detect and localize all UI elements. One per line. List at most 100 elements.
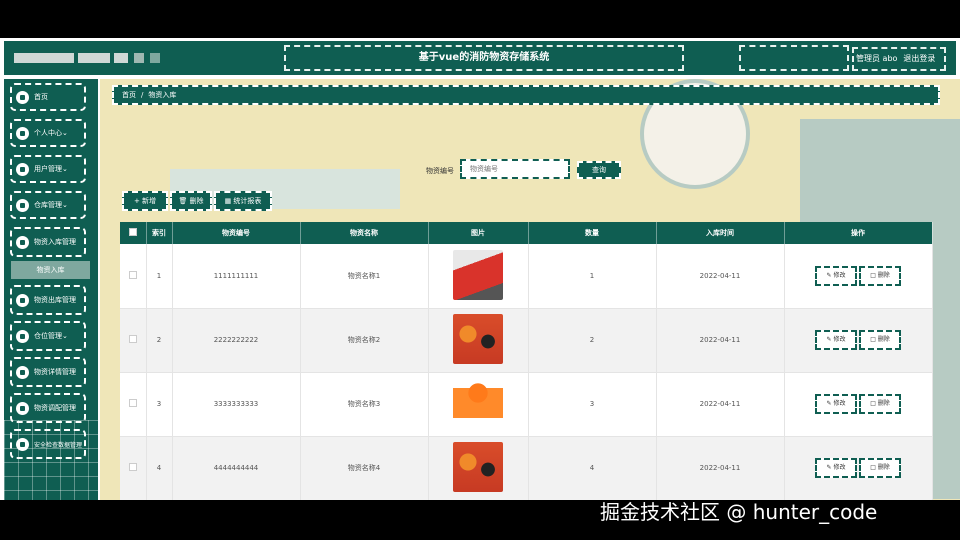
cell-name: 物资名称1: [300, 244, 429, 309]
edit-button[interactable]: ✎ 修改: [815, 458, 857, 478]
cell-index: 2: [146, 308, 173, 373]
edit-button[interactable]: ✎ 修改: [815, 265, 857, 286]
app-title: 基于vue的消防物资存储系统: [284, 45, 684, 71]
top-header: 基于vue的消防物资存储系统 管理员 abo 退出登录: [4, 41, 956, 75]
column-header: 图片: [428, 222, 529, 244]
cell-quantity: 2: [528, 308, 657, 373]
checkbox-icon: [128, 399, 137, 407]
sidebar-item-label: 用户管理: [34, 165, 62, 173]
sidebar-item-inbound[interactable]: 物资入库管理: [10, 227, 86, 257]
table-row: 2 2222222222 物资名称2 2 2022-04-11 ✎ 修改 □ 删除: [120, 308, 933, 373]
sidebar-item-safety[interactable]: 安全检查数据管理: [10, 429, 86, 459]
inbound-table: 索引 物资编号 物资名称 图片 数量 入库时间 操作 1 1111111111 物资…: [120, 222, 933, 500]
cell-index: 4: [146, 436, 173, 500]
cell-actions: ✎ 修改 □ 删除: [784, 436, 933, 500]
add-button[interactable]: + 新增: [122, 191, 168, 211]
edit-label: 修改: [833, 464, 846, 471]
cell-image: [428, 244, 529, 309]
cell-name: 物资名称3: [300, 372, 429, 437]
transfer-icon: [16, 401, 29, 415]
sidebar-item-label: 物资详情管理: [34, 368, 76, 376]
row-checkbox[interactable]: [120, 372, 147, 437]
table-row: 3 3333333333 物资名称3 3 2022-04-11 ✎ 修改 □ 删除: [120, 372, 933, 437]
delete-button-label: 删除: [189, 197, 204, 205]
batch-delete-button[interactable]: 🗑 删除: [170, 191, 212, 211]
cell-actions: ✎ 修改 □ 删除: [784, 244, 933, 309]
grid-icon: [16, 329, 29, 343]
checkbox-icon: [128, 270, 137, 279]
edit-label: 修改: [833, 271, 846, 279]
outbound-icon: [16, 293, 29, 307]
row-checkbox[interactable]: [120, 436, 147, 500]
report-button-label: 统计报表: [233, 197, 262, 205]
header-logo-block: [134, 53, 144, 63]
column-header: 数量: [528, 222, 657, 244]
cell-quantity: 4: [528, 436, 657, 500]
cell-actions: ✎ 修改 □ 删除: [784, 372, 933, 437]
table-row: 1 1111111111 物资名称1 1 2022-04-11 ✎ 修改 □ 删除: [120, 244, 933, 309]
cell-actions: ✎ 修改 □ 删除: [784, 308, 933, 373]
row-delete-button[interactable]: □ 删除: [859, 458, 901, 478]
select-all-checkbox[interactable]: [120, 222, 147, 244]
sidebar-item-label: 物资入库管理: [34, 238, 76, 246]
sidebar-item-transfer[interactable]: 物资调配管理: [10, 393, 86, 423]
sidebar-item-label: 仓位管理: [34, 332, 62, 340]
cell-code: 1111111111: [172, 244, 301, 309]
row-checkbox[interactable]: [120, 244, 147, 309]
sidebar-item-outbound[interactable]: 物资出库管理: [10, 285, 86, 315]
equipment-image[interactable]: [453, 442, 503, 492]
edit-button[interactable]: ✎ 修改: [815, 330, 857, 350]
logout-link[interactable]: 退出登录: [903, 54, 935, 63]
cell-image: [428, 372, 529, 437]
edit-button[interactable]: ✎ 修改: [815, 394, 857, 414]
trash-icon: □: [870, 464, 878, 471]
equipment-image[interactable]: [453, 314, 503, 364]
suit-image[interactable]: [453, 378, 503, 428]
search-input[interactable]: [460, 159, 570, 179]
warehouse-icon: [16, 198, 29, 212]
cell-time: 2022-04-11: [656, 436, 785, 500]
sidebar-item-label: 仓库管理: [34, 201, 62, 209]
trash-icon: □: [870, 336, 878, 343]
checkbox-icon: [128, 228, 137, 236]
header-logo-block: [150, 53, 160, 63]
shield-icon: [16, 437, 29, 451]
search-button[interactable]: 查询: [577, 161, 621, 179]
row-checkbox[interactable]: [120, 308, 147, 373]
main-content: 首页 / 物资入库 物资编号 查询 + 新增 🗑 删除 ▦ 统计报表 索引 物资编号…: [100, 79, 960, 500]
cell-image: [428, 308, 529, 373]
table-header-row: 索引 物资编号 物资名称 图片 数量 入库时间 操作: [120, 222, 933, 244]
user-label: 管理员 abo: [856, 54, 898, 63]
detail-icon: [16, 365, 29, 379]
cell-name: 物资名称2: [300, 308, 429, 373]
row-delete-button[interactable]: □ 删除: [859, 330, 901, 350]
app-window: 基于vue的消防物资存储系统 管理员 abo 退出登录 首页 个人中心 ⌄ 用户管理…: [0, 38, 960, 500]
trash-icon: □: [870, 271, 878, 279]
sidebar-item-label: 物资调配管理: [34, 404, 76, 412]
sidebar-item-location[interactable]: 仓位管理 ⌄: [10, 321, 86, 351]
delete-label: 删除: [877, 271, 890, 279]
add-button-label: 新增: [142, 197, 157, 205]
cell-index: 3: [146, 372, 173, 437]
sidebar-item-detail[interactable]: 物资详情管理: [10, 357, 86, 387]
sidebar: 首页 个人中心 ⌄ 用户管理 ⌄ 仓库管理 ⌄ 物资入库管理 物资入库 物资出库管理 …: [4, 79, 98, 500]
column-header: 索引: [146, 222, 173, 244]
breadcrumb-home[interactable]: 首页: [122, 91, 136, 99]
sidebar-item-profile[interactable]: 个人中心 ⌄: [10, 119, 86, 147]
column-header: 物资编号: [172, 222, 301, 244]
fire-truck-image[interactable]: [453, 249, 503, 300]
sidebar-item-warehouse[interactable]: 仓库管理 ⌄: [10, 191, 86, 219]
chevron-down-icon: ⌄: [62, 201, 68, 209]
header-logo-block: [14, 53, 74, 63]
sidebar-item-users[interactable]: 用户管理 ⌄: [10, 155, 86, 183]
sidebar-subitem-inbound[interactable]: 物资入库: [11, 261, 90, 279]
report-button[interactable]: ▦ 统计报表: [214, 191, 272, 211]
row-delete-button[interactable]: □ 删除: [859, 265, 901, 286]
header-decor-box: [739, 45, 849, 71]
sidebar-item-home[interactable]: 首页: [10, 83, 86, 111]
sidebar-item-label: 安全检查数据管理: [34, 441, 83, 449]
sidebar-item-label: 物资出库管理: [34, 296, 76, 304]
trash-icon: 🗑: [178, 197, 190, 205]
row-delete-button[interactable]: □ 删除: [859, 394, 901, 414]
column-header: 入库时间: [656, 222, 785, 244]
